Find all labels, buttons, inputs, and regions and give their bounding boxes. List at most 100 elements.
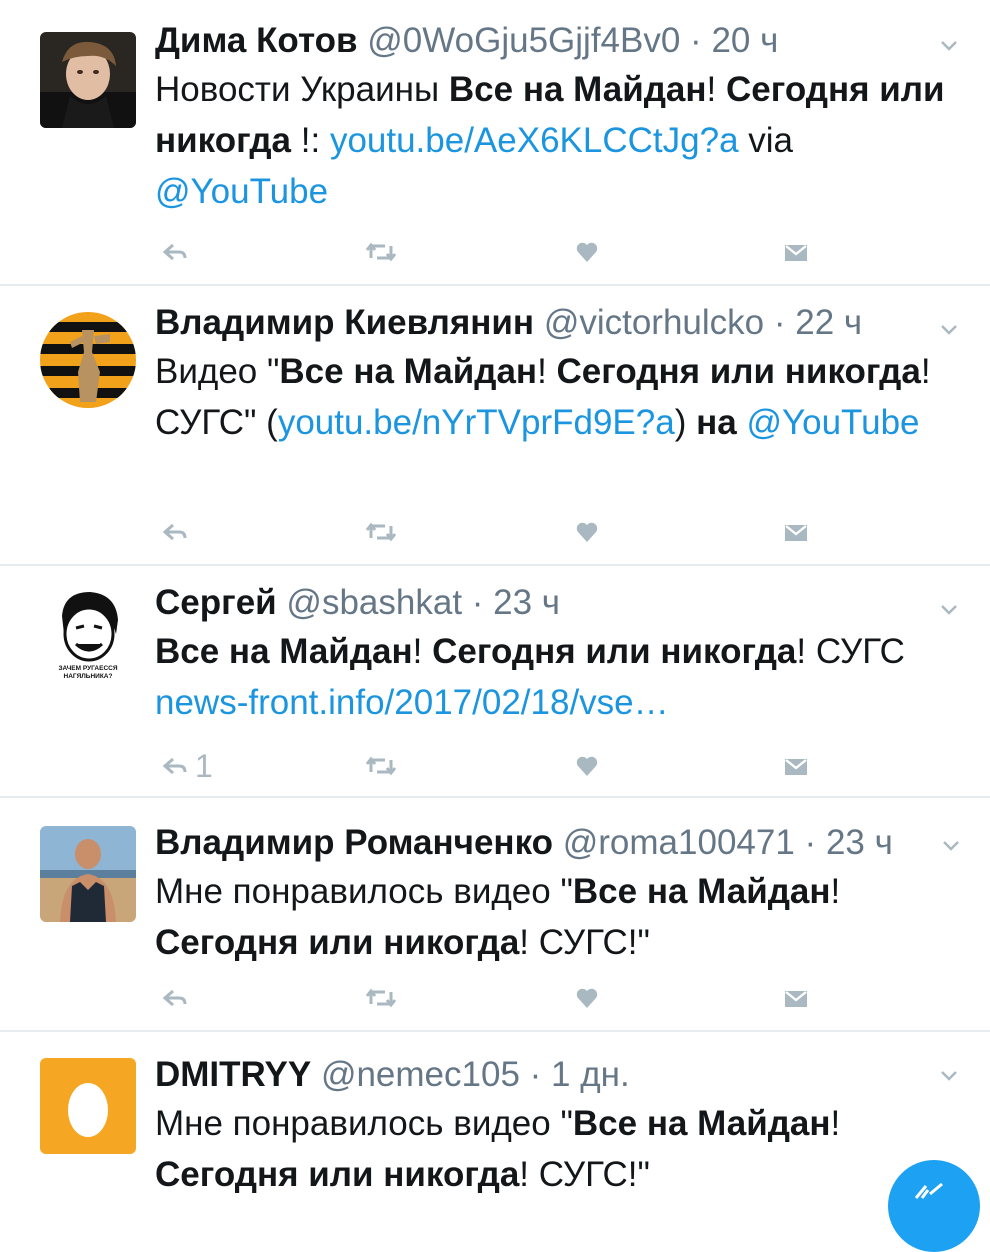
separator-dot: · <box>519 1055 552 1094</box>
avatar[interactable] <box>40 1058 136 1154</box>
retweet-button[interactable] <box>365 232 397 272</box>
compose-tweet-icon <box>914 1182 943 1199</box>
retweet-icon <box>365 242 397 262</box>
tweet-content: Сергей @sbashkat · 23 ч Все на Майдан! С… <box>155 580 955 728</box>
url-link[interactable]: news-front.info/2017/02/18/vse… <box>155 683 669 722</box>
tweet-actions <box>155 978 815 1018</box>
tweet[interactable]: ЗАЧЕМ РУГАЕССЯ НАГЯЛЬНИКА? Сергей @sbash… <box>0 566 990 798</box>
text-segment: ! <box>706 70 726 109</box>
retweet-icon <box>365 522 397 542</box>
tweet-text: Мне понравилось видео "Все на Майдан! Се… <box>155 866 955 968</box>
timestamp[interactable]: 22 ч <box>795 303 862 342</box>
user-handle[interactable]: @0WoGju5Gjjf4Bv0 <box>367 21 680 60</box>
separator-dot: · <box>764 303 796 342</box>
text-segment: ! <box>830 872 841 911</box>
reply-button[interactable] <box>163 232 195 272</box>
tweet-text: Видео "Все на Майдан! Сегодня или никогд… <box>155 346 955 448</box>
tweet[interactable]: Владимир Романченко @roma100471 · 23 ч М… <box>0 798 990 1032</box>
tweet[interactable]: Дима Котов @0WoGju5Gjjf4Bv0 · 20 ч Новос… <box>0 0 990 286</box>
tweet-content: Владимир Киевлянин @victorhulcko · 22 ч … <box>155 300 955 448</box>
bold-text: Все на Майдан <box>279 352 538 391</box>
user-handle[interactable]: @nemec105 <box>321 1055 520 1094</box>
like-icon <box>576 522 598 542</box>
mention-link[interactable]: @YouTube <box>746 403 919 442</box>
direct-message-button[interactable] <box>783 978 809 1018</box>
reply-button[interactable]: 1 <box>163 746 213 786</box>
direct-message-icon <box>785 991 807 1007</box>
display-name[interactable]: DMITRYY <box>155 1055 311 1094</box>
bold-text: Сегодня или никогда <box>432 632 797 671</box>
chevron-down-icon[interactable] <box>938 320 960 340</box>
chevron-down-icon[interactable] <box>938 600 960 620</box>
bold-text: Сегодня или никогда <box>556 352 921 391</box>
text-segment: ! СУГС <box>796 632 905 671</box>
chevron-down-icon[interactable] <box>940 836 962 856</box>
retweet-button[interactable] <box>365 746 397 786</box>
user-handle[interactable]: @sbashkat <box>286 583 462 622</box>
tweet-actions: 1 <box>155 746 815 786</box>
tweet-text: Все на Майдан! Сегодня или никогда! СУГС… <box>155 626 955 728</box>
bold-text: Сегодня или никогда <box>155 923 520 962</box>
tweet[interactable]: Владимир Киевлянин @victorhulcko · 22 ч … <box>0 286 990 566</box>
reply-button[interactable] <box>163 512 195 552</box>
reply-icon <box>163 523 187 541</box>
user-handle[interactable]: @roma100471 <box>563 823 795 862</box>
timestamp[interactable]: 20 ч <box>711 21 778 60</box>
direct-message-button[interactable] <box>783 746 809 786</box>
text-segment: ! СУГС!" <box>519 923 650 962</box>
user-handle[interactable]: @victorhulcko <box>544 303 764 342</box>
text-segment: via <box>738 121 794 160</box>
text-segment: Новости Украины <box>155 70 449 109</box>
like-button[interactable] <box>575 746 599 786</box>
bold-text: Все на Майдан <box>448 70 707 109</box>
reply-button[interactable] <box>163 978 195 1018</box>
text-segment: ! <box>412 632 433 671</box>
compose-tweet-button[interactable] <box>888 1160 980 1252</box>
tweet-header: Владимир Романченко @roma100471 · 23 ч <box>155 820 955 866</box>
avatar[interactable] <box>40 32 136 128</box>
display-name[interactable]: Сергей <box>155 583 277 622</box>
retweet-icon <box>365 756 397 776</box>
reply-icon <box>163 757 187 775</box>
bold-text: на <box>696 403 737 442</box>
avatar[interactable]: ЗАЧЕМ РУГАЕССЯ НАГЯЛЬНИКА? <box>40 586 136 682</box>
tweet[interactable]: DMITRYY @nemec105 · 1 дн. Мне понравилос… <box>0 1032 990 1200</box>
direct-message-icon <box>785 245 807 261</box>
like-button[interactable] <box>575 232 599 272</box>
text-segment: ! СУГС!" <box>519 1155 650 1194</box>
like-button[interactable] <box>575 512 599 552</box>
url-link[interactable]: youtu.be/AeX6KLCCtJg?a <box>330 121 739 160</box>
like-button[interactable] <box>575 978 599 1018</box>
chevron-down-icon[interactable] <box>938 1066 960 1086</box>
url-link[interactable]: youtu.be/nYrTVprFd9E?a <box>278 403 675 442</box>
tweet-header: Сергей @sbashkat · 23 ч <box>155 580 955 626</box>
retweet-button[interactable] <box>365 512 397 552</box>
text-segment: ) <box>674 403 697 442</box>
tweet-header: Дима Котов @0WoGju5Gjjf4Bv0 · 20 ч <box>155 18 955 64</box>
text-segment: Мне понравилось видео " <box>155 872 573 911</box>
display-name[interactable]: Владимир Романченко <box>155 823 553 862</box>
mention-link[interactable]: @YouTube <box>155 172 328 211</box>
direct-message-icon <box>785 525 807 541</box>
display-name[interactable]: Дима Котов <box>155 21 358 60</box>
avatar[interactable] <box>40 312 136 408</box>
avatar[interactable] <box>40 826 136 922</box>
tweet-header: Владимир Киевлянин @victorhulcko · 22 ч <box>155 300 955 346</box>
separator-dot: · <box>794 823 826 862</box>
display-name[interactable]: Владимир Киевлянин <box>155 303 534 342</box>
bold-text: Все на Майдан <box>155 632 413 671</box>
tweet-content: Дима Котов @0WoGju5Gjjf4Bv0 · 20 ч Новос… <box>155 18 955 217</box>
reply-icon <box>163 989 187 1007</box>
retweet-button[interactable] <box>365 978 397 1018</box>
timestamp[interactable]: 1 дн. <box>551 1055 630 1094</box>
direct-message-icon <box>785 759 807 775</box>
bold-text: Сегодня или никогда <box>155 1155 520 1194</box>
timestamp[interactable]: 23 ч <box>493 583 560 622</box>
timestamp[interactable]: 23 ч <box>826 823 893 862</box>
chevron-down-icon[interactable] <box>938 36 960 56</box>
direct-message-button[interactable] <box>783 512 809 552</box>
separator-dot: · <box>680 21 712 60</box>
tweet-actions <box>155 512 815 552</box>
direct-message-button[interactable] <box>783 232 809 272</box>
tweet-header: DMITRYY @nemec105 · 1 дн. <box>155 1052 955 1098</box>
